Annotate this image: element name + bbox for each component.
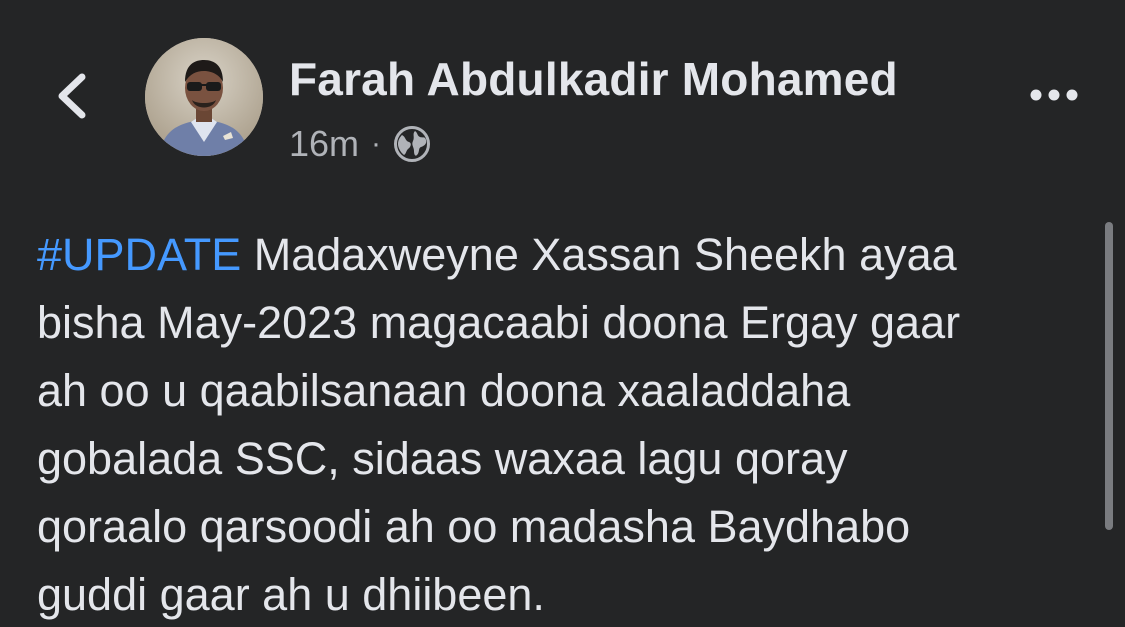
- post-text: #UPDATE Madaxweyne Xassan Sheekh ayaa bi…: [37, 221, 1092, 627]
- post-line: #UPDATE Madaxweyne Xassan Sheekh ayaa: [37, 221, 1092, 289]
- scrollbar[interactable]: [1105, 222, 1113, 530]
- post-line: qoraalo qarsoodi ah oo madasha Baydhabo: [37, 501, 911, 552]
- post-line: bisha May-2023 magacaabi doona Ergay gaa…: [37, 297, 961, 348]
- separator-dot: ·: [371, 127, 382, 160]
- avatar[interactable]: [145, 38, 263, 156]
- back-button[interactable]: [52, 73, 92, 119]
- timestamp[interactable]: 16m: [289, 123, 359, 165]
- post-line: gobalada SSC, sidaas waxaa lagu qoray: [37, 433, 848, 484]
- hashtag-link[interactable]: #UPDATE: [37, 229, 241, 280]
- globe-icon[interactable]: [393, 125, 431, 163]
- more-options-icon: [1030, 89, 1078, 101]
- post-line: ah oo u qaabilsanaan doona xaaladdaha: [37, 365, 851, 416]
- post-line: guddi gaar ah u dhiibeen.: [37, 569, 545, 620]
- author-name[interactable]: Farah Abdulkadir Mohamed: [289, 52, 898, 106]
- post-line-text: Madaxweyne Xassan Sheekh ayaa: [241, 229, 957, 280]
- chevron-left-icon: [58, 73, 86, 119]
- more-options-button[interactable]: [1024, 80, 1084, 110]
- post-meta: 16m ·: [289, 122, 431, 166]
- profile-photo: [145, 38, 263, 156]
